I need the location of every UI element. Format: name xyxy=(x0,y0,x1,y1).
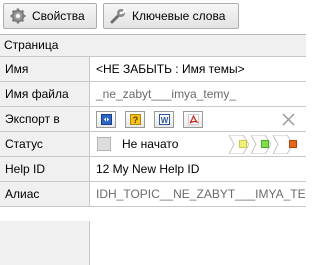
chm-icon xyxy=(100,114,112,125)
x-icon[interactable] xyxy=(282,113,295,126)
property-grid: Страница Имя <НЕ ЗАБЫТЬ : Имя темы> Имя … xyxy=(0,34,306,265)
status-label: Статус xyxy=(0,132,90,157)
properties-label: Свойства xyxy=(32,9,85,23)
help-id-label: Help ID xyxy=(0,157,90,182)
status-yellow-marker xyxy=(239,140,247,148)
export-pdf-button[interactable] xyxy=(183,111,203,128)
wrench-icon xyxy=(110,9,126,24)
alias-field[interactable]: IDH_TOPIC__NE_ZABYT___IMYA_TE xyxy=(90,182,306,207)
filename-label: Имя файла xyxy=(0,82,90,107)
export-label: Экспорт в xyxy=(0,107,90,132)
help-icon: ? xyxy=(129,114,141,125)
row-alias: Алиас IDH_TOPIC__NE_ZABYT___IMYA_TE xyxy=(0,182,306,207)
export-chm-button[interactable] xyxy=(96,111,116,128)
help-id-field[interactable]: 12 My New Help ID xyxy=(90,157,306,182)
filename-field[interactable]: _ne_zabyt___imya_temy_ xyxy=(90,82,306,107)
status-field[interactable]: Не начато xyxy=(90,132,306,157)
pdf-icon xyxy=(187,114,199,125)
status-orange-marker xyxy=(289,140,297,148)
name-label: Имя xyxy=(0,57,90,82)
row-export: Экспорт в ? W xyxy=(0,107,306,132)
svg-text:?: ? xyxy=(132,115,138,125)
word-icon: W xyxy=(158,114,170,125)
gear-icon xyxy=(10,8,26,24)
keywords-label: Ключевые слова xyxy=(132,9,226,23)
export-field: ? W xyxy=(90,107,306,132)
status-green-marker xyxy=(261,140,269,148)
row-help-id: Help ID 12 My New Help ID xyxy=(0,157,306,182)
status-color-box xyxy=(97,137,111,151)
export-help-button[interactable]: ? xyxy=(125,111,145,128)
export-word-button[interactable]: W xyxy=(154,111,174,128)
properties-button[interactable]: Свойства xyxy=(3,3,97,29)
row-name: Имя <НЕ ЗАБЫТЬ : Имя темы> xyxy=(0,57,306,82)
alias-label: Алиас xyxy=(0,182,90,207)
status-value: Не начато xyxy=(122,137,179,151)
name-field[interactable]: <НЕ ЗАБЫТЬ : Имя темы> xyxy=(90,57,306,82)
row-filename: Имя файла _ne_zabyt___imya_temy_ xyxy=(0,82,306,107)
empty-label-column xyxy=(0,221,90,265)
section-header-page: Страница xyxy=(0,35,306,57)
svg-text:W: W xyxy=(160,116,168,125)
toolbar: Свойства Ключевые слова xyxy=(0,0,306,34)
keywords-button[interactable]: Ключевые слова xyxy=(103,3,239,29)
row-status: Статус Не начато xyxy=(0,132,306,157)
